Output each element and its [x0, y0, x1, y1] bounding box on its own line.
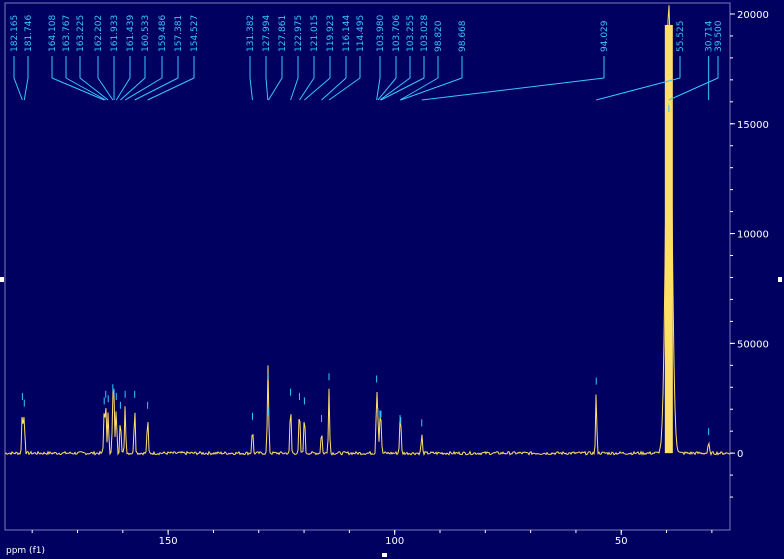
peak-label: 103.028: [420, 15, 430, 52]
peak-label: 94.029: [600, 20, 610, 52]
peak-leader-line: [13, 77, 23, 101]
peak-label: 161.439: [126, 15, 136, 52]
x-tick-label: 100: [385, 536, 404, 547]
peak-label: 131.382: [246, 15, 256, 52]
peak-label: 30.714: [705, 20, 715, 52]
peak-label: 127.861: [278, 15, 288, 52]
y-tick-label: 20000: [737, 10, 769, 21]
y-tick-label: 0: [737, 449, 743, 460]
peak-leader-line: [249, 77, 253, 101]
x-tick-label: 150: [159, 536, 178, 547]
peak-label: 163.225: [76, 15, 86, 52]
peak-leader-line: [115, 77, 131, 101]
bottom-resize-handle: [382, 553, 387, 557]
y-tick-label: 15000: [737, 120, 769, 131]
peak-label: 103.980: [376, 15, 386, 52]
peak-label: 98.820: [434, 20, 444, 52]
peak-leader-line: [304, 77, 331, 101]
peak-label: 121.015: [310, 15, 320, 52]
peak-label: 116.144: [342, 15, 352, 52]
peak-label: 122.975: [294, 15, 304, 52]
peak-label: 181.746: [24, 15, 34, 52]
peak-label: 161.933: [110, 15, 120, 52]
left-resize-handle: [0, 277, 4, 282]
peak-label: 157.381: [174, 15, 184, 52]
right-resize-handle: [778, 277, 782, 282]
peak-label: 154.527: [190, 15, 200, 52]
peak-label: 55.525: [676, 21, 686, 53]
peak-leader-line: [299, 77, 315, 101]
peak-label: 127.994: [262, 15, 272, 52]
peak-label: 103.255: [406, 15, 416, 52]
peak-leader-line: [51, 77, 105, 101]
peak-label: 160.533: [141, 15, 151, 52]
peak-label: 162.202: [94, 15, 104, 52]
peak-label: 163.767: [62, 15, 72, 52]
x-axis-title: ppm (f1): [6, 546, 45, 556]
peak-label: 159.486: [158, 15, 168, 52]
x-tick-label: 50: [615, 536, 628, 547]
peak-label: 98.668: [458, 20, 468, 52]
peak-label: 39.500: [714, 20, 724, 52]
peak-leader-line: [290, 77, 299, 101]
nmr-spectrum-chart: 182.165 181.746 164.108 163.767 163.225 162.2…: [0, 2, 782, 557]
peak-leader-line: [265, 77, 269, 101]
peak-leader-line: [376, 77, 381, 101]
solvent-peak-fill: [664, 24, 673, 454]
peak-label: 114.495: [356, 15, 366, 52]
peak-leader-line: [421, 77, 605, 101]
peak-label: 103.706: [392, 15, 402, 52]
peak-label: 182.165: [10, 15, 20, 52]
peak-label: 164.108: [48, 15, 58, 52]
y-tick-label: 10000: [737, 230, 769, 241]
peak-leader-line: [668, 77, 719, 101]
peak-label: 119.923: [326, 15, 336, 52]
peak-leader-line: [23, 77, 29, 101]
peak-leader-line: [79, 77, 109, 101]
y-tick-label: 50000: [737, 339, 769, 350]
peak-leader-line: [268, 77, 283, 101]
